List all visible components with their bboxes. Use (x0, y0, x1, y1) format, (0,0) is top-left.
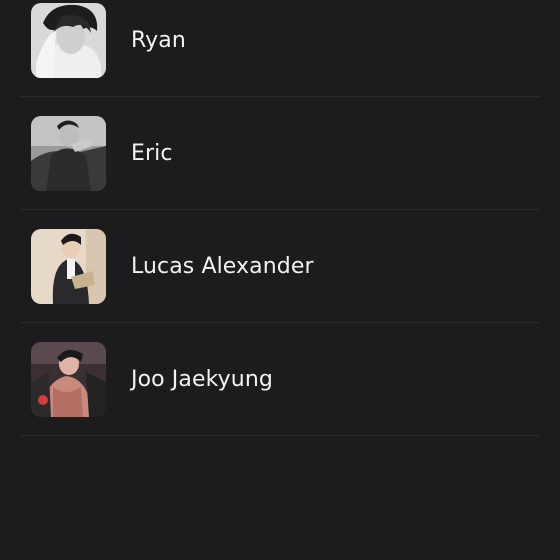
character-name: Ryan (131, 27, 186, 53)
avatar (31, 341, 106, 417)
avatar (31, 2, 106, 78)
list-item-joo-jaekyung[interactable]: Joo Jaekyung (20, 323, 540, 436)
avatar (31, 115, 106, 191)
character-list-screen: Ryan Eric Lucas Alexander Joo Jaekyung (0, 0, 560, 560)
list-item-eric[interactable]: Eric (20, 97, 540, 210)
list-item-ryan[interactable]: Ryan (20, 0, 540, 97)
character-name: Lucas Alexander (131, 253, 314, 279)
list-item-lucas-alexander[interactable]: Lucas Alexander (20, 210, 540, 323)
character-name: Eric (131, 140, 173, 166)
character-name: Joo Jaekyung (131, 366, 273, 392)
avatar (31, 228, 106, 304)
character-list: Ryan Eric Lucas Alexander Joo Jaekyung (20, 0, 540, 436)
